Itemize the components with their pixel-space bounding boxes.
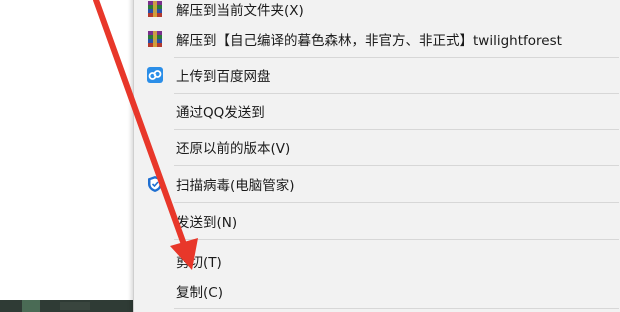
tencent-pcmgr-icon (146, 175, 164, 193)
menu-separator (174, 93, 619, 94)
taskbar-app-icon[interactable] (60, 302, 90, 310)
menu-item-label: 扫描病毒(电脑管家) (176, 178, 295, 194)
menu-separator (174, 129, 619, 130)
menu-item-upload-baidu[interactable]: 上传到百度网盘 (134, 60, 620, 90)
menu-item-restore-previous-versions[interactable]: 还原以前的版本(V) (134, 132, 620, 162)
baidu-netdisk-icon (146, 66, 164, 84)
menu-separator (174, 239, 619, 240)
menu-item-label: 发送到(N) (176, 215, 238, 231)
menu-separator (174, 202, 619, 203)
menu-item-send-to[interactable]: 发送到(N) (134, 206, 620, 236)
menu-item-label: 上传到百度网盘 (176, 69, 271, 85)
menu-item-cut[interactable]: 剪切(T) (134, 246, 620, 276)
menu-item-label: 解压到当前文件夹(X) (176, 3, 304, 19)
menu-item-send-via-qq[interactable]: 通过QQ发送到 (134, 96, 620, 126)
taskbar-app-icon[interactable] (22, 300, 40, 312)
winrar-icon (146, 0, 164, 18)
menu-separator (174, 308, 619, 309)
menu-item-copy[interactable]: 复制(C) (134, 276, 620, 306)
taskbar-fragment (0, 300, 135, 312)
menu-item-label: 剪切(T) (176, 255, 222, 271)
menu-item-label: 还原以前的版本(V) (176, 141, 291, 157)
menu-item-extract-to-folder[interactable]: 解压到【自己编译的暮色森林，非官方、非正式】twilightforest (134, 24, 620, 54)
menu-item-scan-virus[interactable]: 扫描病毒(电脑管家) (134, 169, 620, 199)
menu-separator (174, 165, 619, 166)
menu-item-label: 复制(C) (176, 285, 223, 301)
winrar-icon (146, 30, 164, 48)
menu-item-extract-here[interactable]: 解压到当前文件夹(X) (134, 0, 620, 24)
menu-item-label: 通过QQ发送到 (176, 105, 265, 121)
context-menu: 解压到当前文件夹(X) 解压到【自己编译的暮色森林，非官方、非正式】twilig… (133, 0, 620, 312)
menu-separator (174, 57, 619, 58)
menu-item-label: 解压到【自己编译的暮色森林，非官方、非正式】twilightforest (176, 33, 562, 49)
